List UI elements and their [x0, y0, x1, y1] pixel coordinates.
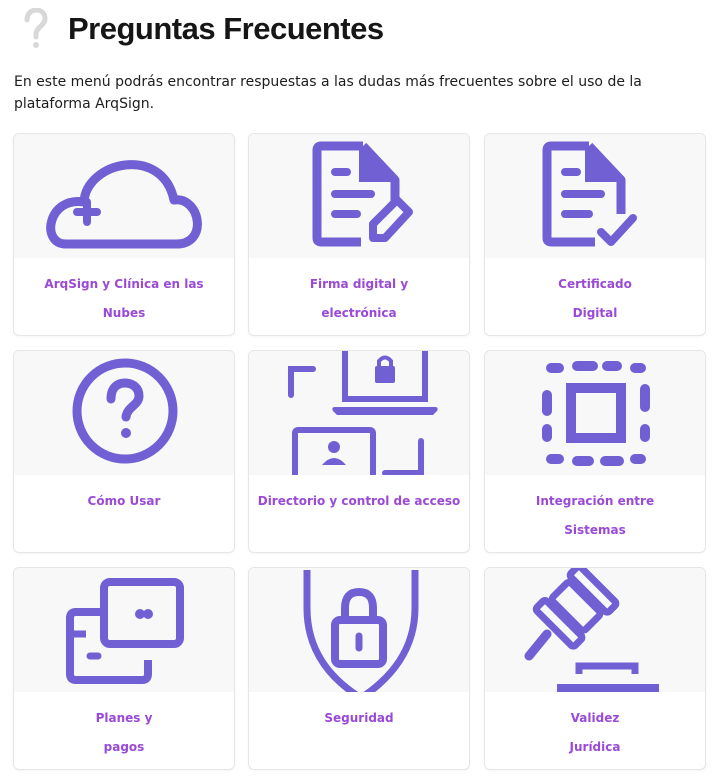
card-label: Firma digital y electrónica: [257, 270, 461, 328]
card-label-line: Certificado: [558, 277, 632, 291]
question-circle-icon: [72, 358, 178, 464]
card-label-line: ArqSign y Clínica en las Nubes: [44, 277, 204, 320]
document-check-icon: [542, 141, 637, 247]
access-directory-icon: [288, 351, 438, 475]
card-label-line: Validez: [570, 711, 620, 725]
integration-icon: [542, 361, 650, 466]
gavel-icon: [524, 568, 659, 692]
faq-card-firma[interactable]: Firma digital y electrónica: [248, 133, 470, 336]
card-label-line: Integración entre: [535, 494, 655, 508]
page-header: Preguntas Frecuentes: [20, 8, 384, 50]
faq-card-certificado[interactable]: Certificado Digital: [484, 133, 706, 336]
faq-card-como-usar[interactable]: Cómo Usar: [13, 350, 235, 553]
card-label-line: Seguridad: [324, 711, 394, 725]
card-label: ArqSign y Clínica en las Nubes: [22, 270, 226, 328]
faq-card-planes[interactable]: Planes y pagos: [13, 567, 235, 770]
faq-card-directorio[interactable]: Directorio y control de acceso: [248, 350, 470, 553]
card-label: Directorio y control de acceso: [257, 487, 461, 516]
card-label-line: Sistemas: [564, 523, 626, 537]
card-label-line: Firma digital y: [309, 277, 409, 291]
card-image: [249, 568, 469, 692]
card-label-line: pagos: [103, 740, 145, 754]
intro-text: En este menú podrás encontrar respuestas…: [14, 74, 642, 112]
faq-card-integracion[interactable]: Integración entre Sistemas: [484, 350, 706, 553]
card-label: Planes y pagos: [22, 704, 226, 762]
faq-card-seguridad[interactable]: Seguridad: [248, 567, 470, 770]
card-label-line: Cómo Usar: [87, 494, 161, 508]
card-image: [14, 568, 234, 692]
card-image: [485, 351, 705, 475]
page-title: Preguntas Frecuentes: [68, 11, 384, 46]
card-label-line: Directorio y control de acceso: [257, 494, 461, 508]
question-mark-icon: [24, 8, 48, 48]
card-image: [249, 351, 469, 475]
card-image: [485, 568, 705, 692]
card-label: Certificado Digital: [493, 270, 697, 328]
card-label-line: Planes y: [95, 711, 153, 725]
faq-card-cloud[interactable]: ArqSign y Clínica en las Nubes: [13, 133, 235, 336]
payment-cards-icon: [66, 578, 184, 684]
card-label: Cómo Usar: [22, 487, 226, 516]
card-label: Seguridad: [257, 704, 461, 733]
card-label: Integración entre Sistemas: [493, 487, 697, 545]
faq-card-validez[interactable]: Validez Jurídica: [484, 567, 706, 770]
card-label-line: Digital: [572, 306, 618, 320]
shield-lock-icon: [303, 570, 419, 692]
card-image: [485, 134, 705, 258]
card-image: [14, 134, 234, 258]
card-label: Validez Jurídica: [493, 704, 697, 762]
cloud-plus-icon: [46, 160, 202, 249]
card-label-line: electrónica: [321, 306, 397, 320]
card-image: [249, 134, 469, 258]
document-edit-icon: [312, 141, 413, 247]
card-image: [14, 351, 234, 475]
card-label-line: Jurídica: [569, 740, 621, 754]
